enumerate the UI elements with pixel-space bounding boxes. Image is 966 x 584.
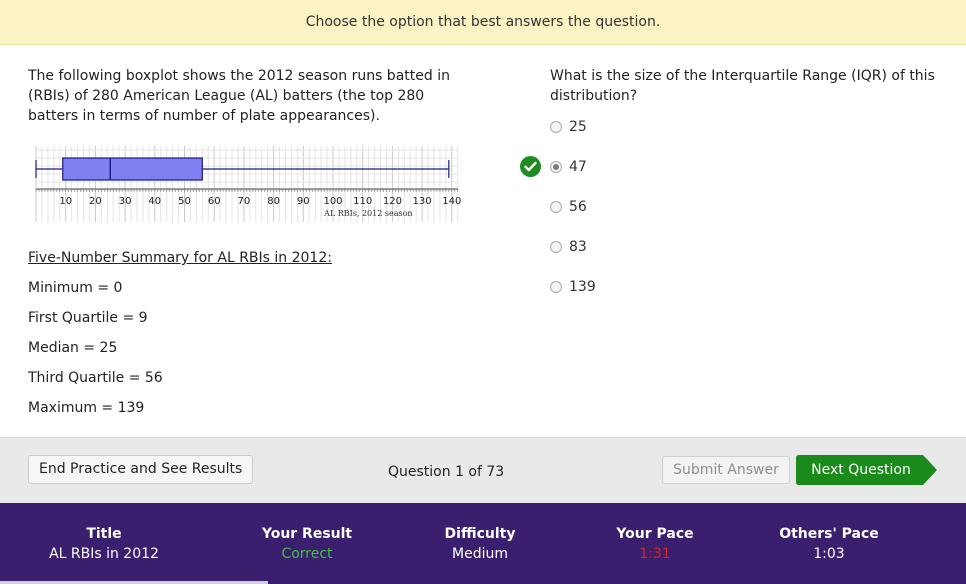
stat-title-value: AL RBIs in 2012 [49,546,159,562]
tick-label: 110 [353,196,372,207]
tick-label: 130 [413,196,432,207]
option-83[interactable]: 83 [550,237,587,257]
next-question-label: Next Question [811,462,911,478]
prompt-text: The following boxplot shows the 2012 sea… [28,68,450,124]
chart-axis: 10 20 30 40 50 60 70 80 90 100 110 120 130 140 AL RBIs… [35,188,461,218]
summary-first-quartile: First Quartile = 9 [28,310,148,326]
iqr-box [62,157,203,181]
tick-label: 30 [119,196,132,207]
stat-difficulty-label: Difficulty [444,526,516,542]
tick-label: 70 [238,196,251,207]
tick-label: 140 [442,196,461,207]
option-label: 25 [569,119,587,135]
question-panel: What is the size of the Interquartile Ra… [550,66,940,106]
stat-pace-label: Your Pace [616,526,694,542]
tick-label: 20 [89,196,102,207]
stat-title: Title AL RBIs in 2012 [24,524,184,564]
option-label: 139 [569,279,596,295]
tick-label: 80 [267,196,280,207]
option-radio[interactable] [550,201,562,213]
stat-others-label: Others' Pace [779,526,879,542]
check-circle-icon [520,156,541,177]
stat-result-value: Correct [281,546,333,562]
stat-result: Your Result Correct [227,524,387,564]
action-bar: End Practice and See Results Question 1 … [0,437,966,503]
end-practice-button[interactable]: End Practice and See Results [28,455,254,484]
summary-title: Five-Number Summary for AL RBIs in 2012: [28,250,332,266]
stat-others-pace: Others' Pace 1:03 [749,524,909,564]
option-radio[interactable] [550,121,562,133]
stat-result-label: Your Result [261,526,353,542]
stat-difficulty-value: Medium [452,546,508,562]
stat-pace-value: 1:31 [639,546,671,562]
option-radio-selected[interactable] [550,161,562,173]
summary-minimum: Minimum = 0 [28,280,123,296]
x-axis-label: AL RBIs, 2012 season [323,209,412,218]
tick-label: 10 [59,196,72,207]
question-text: What is the size of the Interquartile Ra… [550,68,935,104]
stat-others-value: 1:03 [813,546,845,562]
stat-title-label: Title [86,526,122,542]
option-56[interactable]: 56 [550,197,587,217]
stat-your-pace: Your Pace 1:31 [575,524,735,564]
tick-label: 50 [178,196,191,207]
tick-label: 120 [383,196,402,207]
tick-label: 100 [323,196,342,207]
instruction-banner: Choose the option that best answers the … [0,0,966,45]
tick-label: 40 [148,196,161,207]
question-progress: Question 1 of 73 [388,464,505,480]
submit-answer-button[interactable]: Submit Answer [662,456,790,484]
option-label: 56 [569,199,587,215]
summary-median: Median = 25 [28,340,118,356]
option-label: 47 [569,159,587,175]
boxplot-chart: 10 20 30 40 50 60 70 80 90 100 110 120 130 140 AL RBIs… [35,146,461,222]
tick-label: 60 [208,196,221,207]
question-stimulus: The following boxplot shows the 2012 sea… [28,66,478,126]
next-question-button[interactable]: Next Question [796,455,938,485]
summary-maximum: Maximum = 139 [28,400,145,416]
five-number-summary: Five-Number Summary for AL RBIs in 2012:… [28,248,332,418]
option-radio[interactable] [550,281,562,293]
stat-difficulty: Difficulty Medium [400,524,560,564]
option-47[interactable]: 47 [550,157,587,177]
summary-third-quartile: Third Quartile = 56 [28,370,163,386]
option-radio[interactable] [550,241,562,253]
tick-label: 90 [297,196,310,207]
stats-bar: Title AL RBIs in 2012 Your Result Correc… [0,503,966,584]
option-25[interactable]: 25 [550,117,587,137]
option-label: 83 [569,239,587,255]
option-139[interactable]: 139 [550,277,596,297]
